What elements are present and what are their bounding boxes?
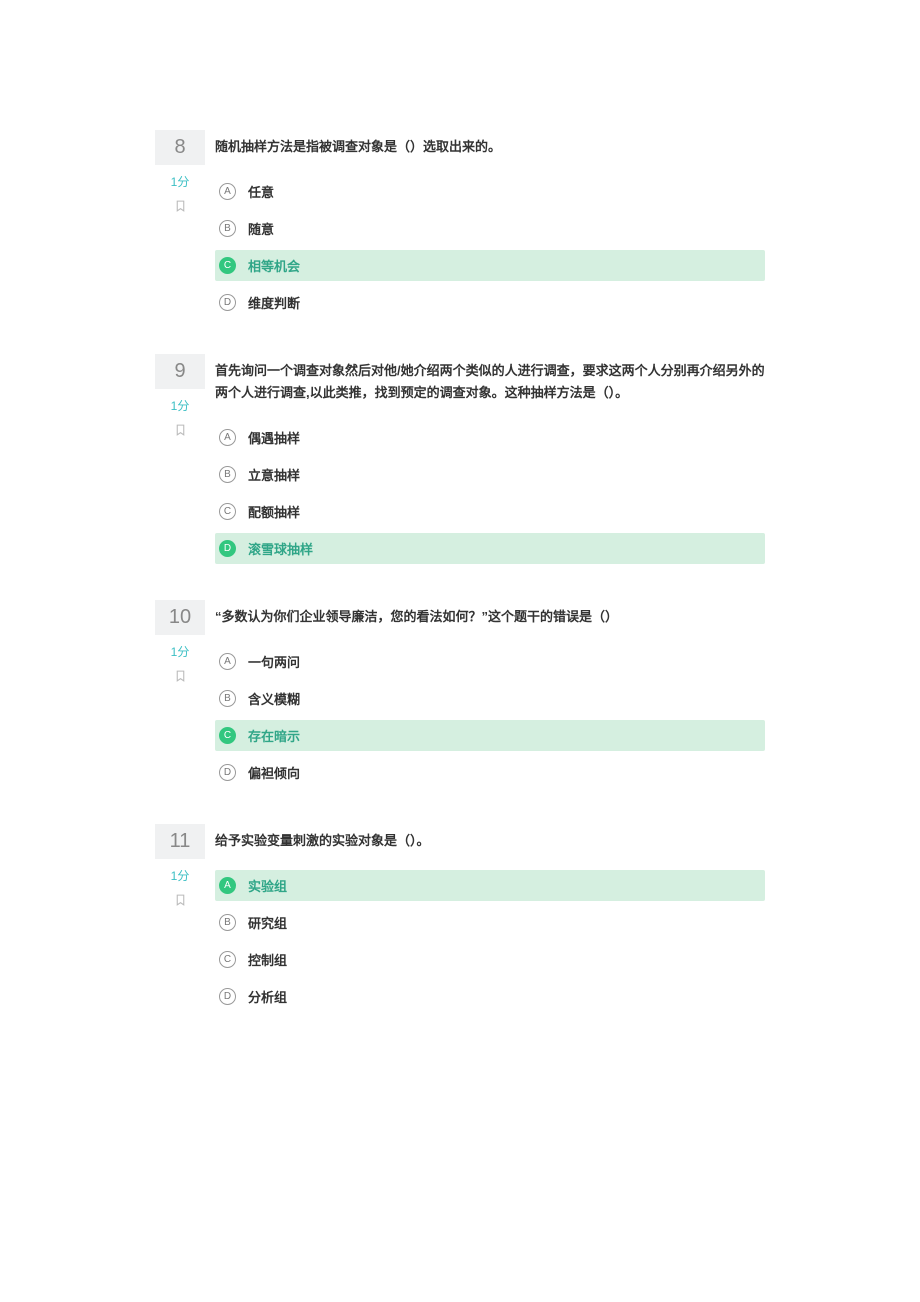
option-letter: C (219, 951, 236, 968)
question-block: 91分首先询问一个调查对象然后对他/她介绍两个类似的人进行调查，要求这两个人分别… (155, 354, 765, 570)
option-row[interactable]: B 立意抽样 (215, 459, 765, 490)
option-letter: C (219, 727, 236, 744)
quiz-container: 81分随机抽样方法是指被调查对象是（）选取出来的。A任意B随意C相等机会D维度判… (155, 130, 765, 1018)
question-sidebar: 91分 (155, 354, 205, 441)
question-number: 9 (155, 354, 205, 389)
question-score: 1分 (155, 643, 205, 660)
option-row[interactable]: C 相等机会 (215, 250, 765, 281)
question-sidebar: 101分 (155, 600, 205, 687)
option-row[interactable]: A 实验组 (215, 870, 765, 901)
option-text: 相等机会 (248, 256, 300, 275)
bookmark-icon[interactable] (174, 892, 187, 911)
option-row[interactable]: A 任意 (215, 176, 765, 207)
option-row[interactable]: D 偏袒倾向 (215, 757, 765, 788)
option-text: 分析组 (248, 987, 287, 1006)
option-text: 维度判断 (248, 293, 300, 312)
option-text: 含义模糊 (248, 689, 300, 708)
option-letter: D (219, 764, 236, 781)
question-text: 给予实验变量刺激的实验对象是（）。 (215, 824, 765, 852)
option-text: 偏袒倾向 (248, 763, 300, 782)
bookmark-icon[interactable] (174, 198, 187, 217)
option-text: 研究组 (248, 913, 287, 932)
option-row[interactable]: D 分析组 (215, 981, 765, 1012)
bookmark-icon[interactable] (174, 422, 187, 441)
bookmark-icon[interactable] (174, 668, 187, 687)
question-text: 随机抽样方法是指被调查对象是（）选取出来的。 (215, 130, 765, 158)
option-letter: B (219, 466, 236, 483)
option-text: 配额抽样 (248, 502, 300, 521)
option-text: 存在暗示 (248, 726, 300, 745)
question-sidebar: 81分 (155, 130, 205, 217)
option-row[interactable]: C 存在暗示 (215, 720, 765, 751)
option-text: 控制组 (248, 950, 287, 969)
option-letter: A (219, 653, 236, 670)
option-letter: A (219, 877, 236, 894)
option-letter: C (219, 503, 236, 520)
question-sidebar: 111分 (155, 824, 205, 911)
option-letter: D (219, 294, 236, 311)
question-score: 1分 (155, 397, 205, 414)
option-letter: B (219, 690, 236, 707)
question-number: 8 (155, 130, 205, 165)
option-row[interactable]: B 随意 (215, 213, 765, 244)
question-text: 首先询问一个调查对象然后对他/她介绍两个类似的人进行调查，要求这两个人分别再介绍… (215, 354, 765, 404)
option-letter: D (219, 988, 236, 1005)
question-block: 101分“多数认为你们企业领导廉洁，您的看法如何？”这个题干的错误是（）A一句两… (155, 600, 765, 794)
option-row[interactable]: B 含义模糊 (215, 683, 765, 714)
option-letter: C (219, 257, 236, 274)
question-body: 首先询问一个调查对象然后对他/她介绍两个类似的人进行调查，要求这两个人分别再介绍… (205, 354, 765, 570)
option-letter: D (219, 540, 236, 557)
option-text: 实验组 (248, 876, 287, 895)
option-row[interactable]: D 滚雪球抽样 (215, 533, 765, 564)
option-text: 滚雪球抽样 (248, 539, 313, 558)
option-text: 一句两问 (248, 652, 300, 671)
option-row[interactable]: A 偶遇抽样 (215, 422, 765, 453)
question-body: 随机抽样方法是指被调查对象是（）选取出来的。 A 任意 B 随意 C 相等机会 D 维度判断 (205, 130, 765, 324)
option-row[interactable]: C 配额抽样 (215, 496, 765, 527)
question-score: 1分 (155, 867, 205, 884)
question-score: 1分 (155, 173, 205, 190)
option-letter: B (219, 220, 236, 237)
option-row[interactable]: D 维度判断 (215, 287, 765, 318)
question-text: “多数认为你们企业领导廉洁，您的看法如何？”这个题干的错误是（） (215, 600, 765, 628)
question-number: 10 (155, 600, 205, 635)
option-letter: B (219, 914, 236, 931)
option-text: 偶遇抽样 (248, 428, 300, 447)
option-row[interactable]: B 研究组 (215, 907, 765, 938)
question-body: “多数认为你们企业领导廉洁，您的看法如何？”这个题干的错误是（） A 一句两问 B 含义… (205, 600, 765, 794)
option-text: 立意抽样 (248, 465, 300, 484)
option-text: 任意 (248, 182, 274, 201)
option-row[interactable]: C 控制组 (215, 944, 765, 975)
option-letter: A (219, 429, 236, 446)
option-text: 随意 (248, 219, 274, 238)
question-block: 81分随机抽样方法是指被调查对象是（）选取出来的。A任意B随意C相等机会D维度判… (155, 130, 765, 324)
option-row[interactable]: A 一句两问 (215, 646, 765, 677)
question-number: 11 (155, 824, 205, 859)
question-block: 111分给予实验变量刺激的实验对象是（）。A实验组B研究组C控制组D分析组 (155, 824, 765, 1018)
question-body: 给予实验变量刺激的实验对象是（）。 A 实验组 B 研究组 C 控制组 D 分析组 (205, 824, 765, 1018)
option-letter: A (219, 183, 236, 200)
